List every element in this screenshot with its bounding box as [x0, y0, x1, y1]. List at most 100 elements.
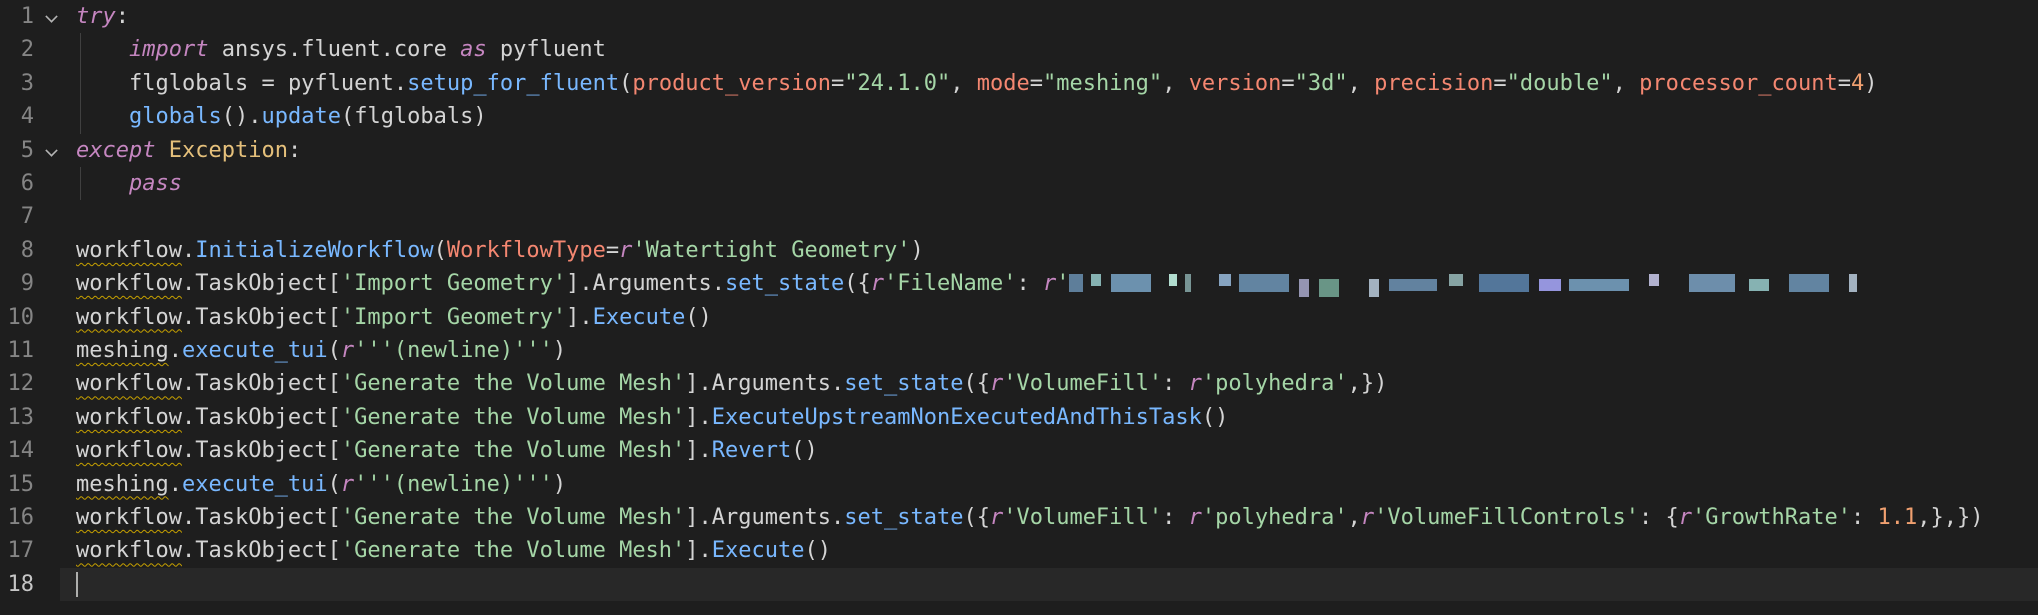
code-token: r	[990, 505, 1003, 530]
code-token: r	[1189, 505, 1202, 530]
code-token: 'Import Geometry'	[341, 305, 566, 330]
code-token: (	[434, 238, 447, 263]
code-token: ,})	[1348, 371, 1388, 396]
line-number: 12	[0, 367, 34, 400]
code-token: :	[1016, 271, 1043, 296]
code-line[interactable]: 8 workflow.InitializeWorkflow(WorkflowTyp…	[0, 234, 2038, 267]
chevron-down-icon[interactable]	[45, 144, 57, 156]
code-token: ].Arguments.	[685, 505, 844, 530]
code-token: 'Generate the Volume Mesh'	[341, 538, 685, 563]
warning-token: meshing	[76, 338, 169, 363]
line-number: 10	[0, 301, 34, 334]
code-editor[interactable]: 1 try: 2 import ansys.fluent.core as pyflue…	[0, 0, 2038, 615]
code-line[interactable]: 7	[0, 200, 2038, 233]
code-token: r	[1679, 505, 1692, 530]
warning-token: workflow	[76, 538, 182, 563]
code-line[interactable]: 13 workflow.TaskObject['Generate the Volu…	[0, 401, 2038, 434]
code-line[interactable]: 3 flglobals = pyfluent.setup_for_fluent(p…	[0, 67, 2038, 100]
code-token: r	[1043, 271, 1056, 296]
code-line[interactable]: 14 workflow.TaskObject['Generate the Volu…	[0, 434, 2038, 467]
code-token: ].Arguments.	[685, 371, 844, 396]
code-line[interactable]: 4 globals().update(flglobals)	[0, 100, 2038, 133]
code-token: ansys.fluent.core	[208, 37, 460, 62]
line-number: 6	[0, 167, 34, 200]
code-line[interactable]: 11 meshing.execute_tui(r'''(newline)''')	[0, 334, 2038, 367]
code-token: r	[1361, 505, 1374, 530]
code-token: ,	[1613, 71, 1640, 96]
code-text: pass	[129, 167, 182, 200]
code-token: r	[871, 271, 884, 296]
line-number: 1	[0, 0, 34, 33]
code-token: set_state	[844, 371, 963, 396]
code-token: pass	[129, 171, 182, 196]
code-token: .	[169, 338, 182, 363]
code-token: WorkflowType	[447, 238, 606, 263]
code-token: "3d"	[1295, 71, 1348, 96]
code-token: ()	[1202, 405, 1229, 430]
warning-token: workflow	[76, 371, 182, 396]
text-cursor	[76, 572, 78, 597]
code-token: .TaskObject[	[182, 405, 341, 430]
chevron-down-icon[interactable]	[45, 10, 57, 22]
code-token: :	[116, 4, 129, 29]
code-token: 4	[1851, 71, 1864, 96]
code-token: execute_tui	[182, 472, 328, 497]
code-token: 'Generate the Volume Mesh'	[341, 438, 685, 463]
code-line[interactable]: 15 meshing.execute_tui(r'''(newline)''')	[0, 468, 2038, 501]
code-token: "24.1.0"	[844, 71, 950, 96]
code-line[interactable]: 12 workflow.TaskObject['Generate the Volu…	[0, 367, 2038, 400]
code-text: workflow.TaskObject['Import Geometry'].A…	[76, 267, 2038, 300]
code-token: r	[619, 238, 632, 263]
code-token: .	[169, 472, 182, 497]
code-text: meshing.execute_tui(r'''(newline)''')	[76, 468, 566, 501]
code-line[interactable]: 16 workflow.TaskObject['Generate the Volu…	[0, 501, 2038, 534]
code-token: globals	[129, 104, 222, 129]
code-token: 'VolumeFillControls'	[1374, 505, 1639, 530]
code-line[interactable]: 1 try:	[0, 0, 2038, 33]
code-token: flglobals = pyfluent.	[129, 71, 407, 96]
code-line[interactable]: 6 pass	[0, 167, 2038, 200]
code-line[interactable]: 18	[0, 568, 2038, 601]
code-text: flglobals = pyfluent.setup_for_fluent(pr…	[129, 67, 1878, 100]
code-line[interactable]: 5 except Exception:	[0, 134, 2038, 167]
code-line[interactable]: 9 workflow.TaskObject['Import Geometry'].…	[0, 267, 2038, 300]
code-text: workflow.TaskObject['Generate the Volume…	[76, 401, 1228, 434]
line-number: 3	[0, 67, 34, 100]
code-token: version	[1189, 71, 1282, 96]
code-line[interactable]: 17 workflow.TaskObject['Generate the Volu…	[0, 534, 2038, 567]
code-token: 'Import Geometry'	[341, 271, 566, 296]
code-token: Revert	[712, 438, 791, 463]
code-token: )	[553, 472, 566, 497]
code-token: : {	[1639, 505, 1679, 530]
line-number: 5	[0, 134, 34, 167]
code-token: '	[1056, 271, 1069, 296]
current-line-highlight	[60, 568, 2038, 601]
code-line[interactable]: 2 import ansys.fluent.core as pyfluent	[0, 33, 2038, 66]
code-token: ExecuteUpstreamNonExecutedAndThisTask	[712, 405, 1202, 430]
code-token: as	[460, 37, 487, 62]
warning-token: workflow	[76, 238, 182, 263]
code-token: (	[328, 472, 341, 497]
code-token: '''(newline)'''	[354, 472, 553, 497]
line-number: 14	[0, 434, 34, 467]
code-token: .TaskObject[	[182, 438, 341, 463]
code-token: r	[341, 472, 354, 497]
code-token: pyfluent	[487, 37, 606, 62]
code-text: import ansys.fluent.core as pyfluent	[129, 33, 606, 66]
code-token: =	[831, 71, 844, 96]
code-token: =	[1838, 71, 1851, 96]
line-number: 17	[0, 534, 34, 567]
code-line[interactable]: 10 workflow.TaskObject['Import Geometry']…	[0, 301, 2038, 334]
redacted-path	[1069, 274, 2038, 294]
code-token: setup_for_fluent	[407, 71, 619, 96]
code-token: 'Watertight Geometry'	[632, 238, 910, 263]
code-token: set_state	[725, 271, 844, 296]
code-token: InitializeWorkflow	[195, 238, 433, 263]
code-token: =	[606, 238, 619, 263]
code-token: r	[1189, 371, 1202, 396]
code-token: ()	[805, 538, 832, 563]
code-token: ,},})	[1917, 505, 1983, 530]
code-token: "meshing"	[1043, 71, 1162, 96]
code-token: set_state	[844, 505, 963, 530]
code-token: 'polyhedra'	[1202, 371, 1348, 396]
